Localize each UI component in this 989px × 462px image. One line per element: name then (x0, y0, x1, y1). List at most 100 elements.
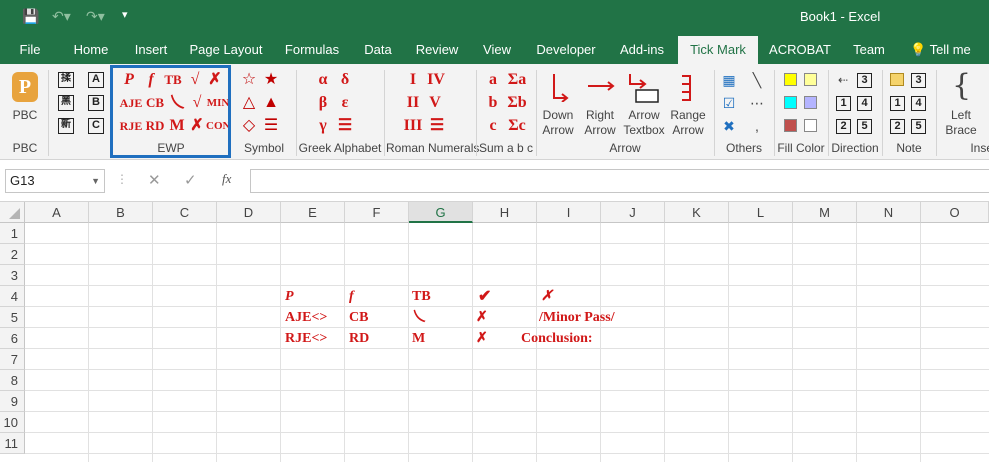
ewp-m-button[interactable]: M (166, 116, 188, 136)
ewp-tick-button[interactable]: √ (184, 70, 206, 90)
roman-more-button[interactable]: ☰ (426, 116, 448, 136)
column-header[interactable]: K (665, 202, 729, 223)
direction-3-button[interactable]: 3 (857, 73, 872, 88)
note-3-button[interactable]: 3 (911, 73, 926, 88)
roman-1-button[interactable]: I (402, 70, 424, 90)
arrow-textbox-button[interactable]: Arrow Textbox (622, 108, 666, 138)
tab-data[interactable]: Data (358, 36, 398, 64)
sum-c-button[interactable]: c (482, 116, 504, 136)
fill-swatch-light-yellow[interactable] (804, 73, 817, 86)
ewp-min-button[interactable]: MIN (206, 93, 230, 113)
ewp-rd-button[interactable]: RD (144, 116, 166, 136)
row-header[interactable]: 8 (0, 370, 25, 391)
diagonal-line-icon[interactable]: ╲ (746, 70, 768, 90)
ewp-cross-button[interactable]: ✗ (204, 70, 226, 90)
note-icon[interactable] (890, 73, 904, 86)
roman-5-button[interactable]: V (424, 93, 446, 113)
row-header[interactable]: 11 (0, 433, 25, 454)
sum-sigma-a-button[interactable]: Σa (504, 70, 530, 90)
column-header[interactable]: C (153, 202, 217, 223)
ewp-p-button[interactable]: P (118, 70, 140, 90)
symbol-more-button[interactable]: ☰ (260, 116, 282, 136)
cell-h6[interactable]: ✗ (476, 328, 488, 349)
star-outline-button[interactable]: ☆ (238, 70, 260, 90)
right-arrow-button[interactable]: Right Arrow (580, 108, 620, 138)
sum-sigma-b-button[interactable]: Σb (504, 93, 530, 113)
column-header[interactable]: E (281, 202, 345, 223)
stamp-button-3[interactable]: 新 (58, 118, 74, 134)
greek-delta-button[interactable]: δ (334, 70, 356, 90)
column-header[interactable]: L (729, 202, 793, 223)
row-header[interactable]: 3 (0, 265, 25, 286)
greek-alpha-button[interactable]: α (312, 70, 334, 90)
range-arrow-button[interactable]: Range Arrow (668, 108, 708, 138)
stamp-button-2[interactable]: 黑 (58, 95, 74, 111)
direction-4-button[interactable]: 4 (857, 96, 872, 111)
note-1-button[interactable]: 1 (890, 96, 905, 111)
roman-2-button[interactable]: II (402, 93, 424, 113)
row-header[interactable]: 6 (0, 328, 25, 349)
cell-f6[interactable]: RD (349, 328, 369, 349)
greek-beta-button[interactable]: β (312, 93, 334, 113)
tab-tick-mark[interactable]: Tick Mark (678, 36, 758, 64)
delete-mark-icon[interactable]: ✖ (718, 116, 740, 136)
column-header[interactable]: D (217, 202, 281, 223)
sum-sigma-c-button[interactable]: Σc (504, 116, 530, 136)
note-4-button[interactable]: 4 (911, 96, 926, 111)
cell-i5[interactable]: /Minor Pass/ (539, 307, 615, 328)
cell-g5[interactable]: 乀 (412, 307, 426, 328)
insert-function-icon[interactable]: fx (222, 171, 231, 187)
direction-2-button[interactable]: 2 (836, 119, 851, 134)
fill-swatch-cyan[interactable] (784, 96, 797, 109)
column-header[interactable]: M (793, 202, 857, 223)
calculator-icon[interactable]: ▦ (718, 70, 740, 90)
cancel-icon[interactable]: ✕ (148, 171, 161, 189)
tab-acrobat[interactable]: ACROBAT (766, 36, 834, 64)
tab-review[interactable]: Review (412, 36, 462, 64)
ewp-cb-button[interactable]: CB (144, 93, 166, 113)
fill-swatch-red[interactable] (784, 119, 797, 132)
cell-i6[interactable]: Conclusion: (521, 328, 593, 349)
cell-f4[interactable]: f (349, 286, 354, 307)
formula-input[interactable] (250, 169, 989, 193)
dotted-border-icon[interactable]: ⋯ (746, 93, 768, 113)
tab-insert[interactable]: Insert (128, 36, 174, 64)
name-box[interactable]: G13 ▼ (5, 169, 105, 193)
customize-qat-icon[interactable]: ▾ (122, 8, 128, 21)
undo-icon[interactable]: ↶▾ (52, 8, 71, 25)
note-2-button[interactable]: 2 (890, 119, 905, 134)
ewp-cross2-button[interactable]: ✗ (186, 116, 208, 136)
tab-view[interactable]: View (476, 36, 518, 64)
tab-developer[interactable]: Developer (532, 36, 600, 64)
row-header[interactable]: 10 (0, 412, 25, 433)
cell-g4[interactable]: TB (412, 286, 431, 307)
cell-i4[interactable]: ✗ (541, 286, 553, 307)
chevron-down-icon[interactable]: ▼ (91, 170, 100, 192)
ewp-stroke-button[interactable]: 乀 (166, 93, 188, 113)
column-header[interactable]: H (473, 202, 537, 223)
worksheet-grid[interactable]: A B C D E F G H I J K L M N O 1 2 3 4 5 … (0, 202, 989, 462)
cell-e6[interactable]: RJE<> (285, 328, 327, 349)
cell-f5[interactable]: CB (349, 307, 368, 328)
column-header[interactable]: F (345, 202, 409, 223)
enter-icon[interactable]: ✓ (184, 171, 197, 189)
cell-h4[interactable]: ✔ (478, 286, 491, 307)
roman-3-button[interactable]: III (400, 116, 426, 136)
cell-e5[interactable]: AJE<> (285, 307, 327, 328)
ewp-tick2-button[interactable]: √ (186, 93, 208, 113)
triangle-outline-button[interactable]: △ (238, 93, 260, 113)
row-header[interactable]: 7 (0, 349, 25, 370)
greek-gamma-button[interactable]: γ (312, 116, 334, 136)
ewp-aje-button[interactable]: AJE (118, 93, 144, 113)
sum-a-button[interactable]: a (482, 70, 504, 90)
row-header[interactable]: 5 (0, 307, 25, 328)
ewp-rje-button[interactable]: RJE (118, 116, 144, 136)
row-header[interactable]: 4 (0, 286, 25, 307)
save-icon[interactable]: 💾 (22, 8, 39, 25)
row-header[interactable]: 2 (0, 244, 25, 265)
direction-arrow-icon[interactable]: ⇠ (832, 70, 854, 90)
tab-add-ins[interactable]: Add-ins (614, 36, 670, 64)
pbc-logo-icon[interactable]: P (12, 72, 38, 102)
diamond-button[interactable]: ◇ (238, 116, 260, 136)
row-header[interactable]: 1 (0, 223, 25, 244)
